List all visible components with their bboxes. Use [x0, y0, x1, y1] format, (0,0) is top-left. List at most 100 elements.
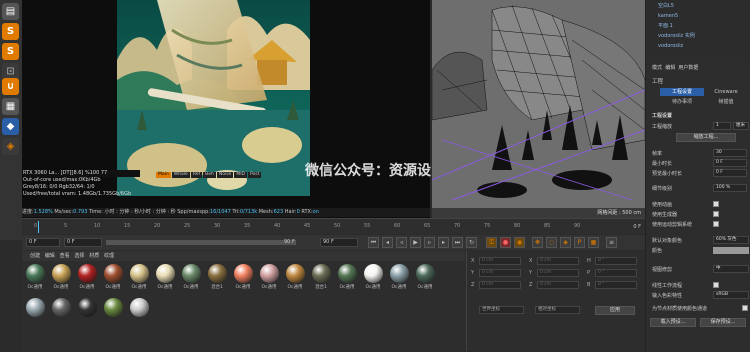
coord-input[interactable]: 0 cm [537, 269, 579, 277]
object-item[interactable]: 空白L5 [646, 2, 750, 11]
frame-range-slider[interactable] [106, 240, 296, 245]
object-item[interactable]: vodorosliz 实例 [646, 32, 750, 41]
fps-field[interactable]: 30 [713, 149, 747, 157]
viewer-tab[interactable]: Ref [190, 172, 203, 178]
scale-unit-dropdown[interactable]: 厘米 [733, 122, 749, 130]
material-swatch[interactable] [102, 298, 124, 318]
coord-input[interactable]: 0 cm [479, 257, 521, 265]
material-swatch[interactable]: Oc通用 [388, 264, 410, 290]
tab-cineware[interactable]: Cineware [706, 88, 746, 96]
default-color-dropdown[interactable]: 60% 灰色 [713, 236, 749, 244]
tab-project-settings[interactable]: 工程设置 [660, 88, 704, 96]
viewer-tab[interactable]: Main [156, 172, 171, 178]
next-key-icon[interactable]: ▸ [438, 237, 449, 248]
menu-view[interactable]: 查看 [60, 253, 70, 259]
object-item[interactable]: vodorosliz [646, 42, 750, 51]
coord-input[interactable]: 0 cm [537, 257, 579, 265]
prev-key-icon[interactable]: ◂ [382, 237, 393, 248]
material-swatch[interactable]: Oc通用 [154, 264, 176, 290]
grid-icon[interactable]: ▦ [2, 98, 19, 115]
menu-texture[interactable]: 纹理 [104, 253, 114, 259]
start-frame-field[interactable]: 0 F [26, 238, 60, 247]
tab-interpolation[interactable]: 帧插值 [706, 98, 746, 106]
coord-input[interactable]: 0 cm [479, 281, 521, 289]
move-key-icon[interactable]: ✥ [532, 237, 543, 248]
brush-icon[interactable]: ◆ [2, 118, 19, 135]
coord-input[interactable]: 0 ° [595, 281, 637, 289]
attr-menu-mode[interactable]: 模式 [652, 65, 662, 71]
use-generators-checkbox[interactable] [713, 211, 719, 217]
rotate-key-icon[interactable]: ◌ [546, 237, 557, 248]
scale-field[interactable]: 1 [713, 122, 731, 130]
scale-project-button[interactable]: 缩放工程... [676, 133, 736, 142]
material-swatch[interactable]: Oc通用 [128, 264, 150, 290]
material-swatch[interactable]: Oc通用 [414, 264, 436, 290]
sketch-icon[interactable]: S [2, 23, 19, 40]
material-swatch[interactable]: Oc通用 [258, 264, 280, 290]
menu-material[interactable]: 材质 [89, 253, 99, 259]
material-swatch[interactable]: Oc通用 [76, 264, 98, 290]
prev-frame-icon[interactable]: ◃ [396, 237, 407, 248]
timeline-menu-icon[interactable]: ≡ [606, 237, 617, 248]
menu-edit[interactable]: 编辑 [45, 253, 55, 259]
use-motion-checkbox[interactable] [713, 221, 719, 227]
pla-key-icon[interactable]: ▦ [588, 237, 599, 248]
loop-icon[interactable]: ↻ [466, 237, 477, 248]
material-swatch[interactable] [76, 298, 98, 318]
keyframe-icon[interactable]: ⚿ [486, 237, 497, 248]
3d-viewport[interactable] [432, 0, 645, 218]
view-clip-dropdown[interactable]: 中 [713, 265, 749, 273]
coord-input[interactable]: 0 cm [479, 269, 521, 277]
material-swatch[interactable] [24, 298, 46, 318]
material-swatch[interactable]: 混合1 [310, 264, 332, 290]
object-item[interactable]: kamen5 [646, 12, 750, 21]
viewer-tab[interactable]: Noise [216, 172, 234, 178]
next-frame-icon[interactable]: ▹ [424, 237, 435, 248]
material-swatch[interactable] [128, 298, 150, 318]
viewer-tab[interactable]: Post [248, 172, 262, 178]
attr-menu-userdata[interactable]: 用户数据 [678, 65, 698, 71]
apply-button[interactable]: 应用 [595, 306, 635, 315]
material-swatch[interactable]: Oc通用 [336, 264, 358, 290]
min-time-field[interactable]: 0 F [713, 159, 747, 167]
scale-key-icon[interactable]: ◈ [560, 237, 571, 248]
tab-todo[interactable]: 待办事项 [660, 98, 704, 106]
lock-icon[interactable]: ◈ [2, 138, 19, 155]
sketch-render-icon[interactable]: S [2, 43, 19, 60]
render-settings-icon[interactable]: ▤ [2, 3, 19, 20]
coord-input[interactable]: 0 ° [595, 257, 637, 265]
input-color-dropdown[interactable]: sRGB [713, 291, 749, 299]
current-frame-field[interactable]: 0 F [64, 238, 102, 247]
autokey-icon[interactable]: ◉ [514, 237, 525, 248]
material-swatch[interactable]: Oc通用 [284, 264, 306, 290]
max-frame-field[interactable]: 90 F [320, 238, 358, 247]
coord-input[interactable]: 0 cm [537, 281, 579, 289]
timeline[interactable]: 0 5 10 15 20 25 30 35 40 45 50 55 60 65 70 75 80 85 90 0 F [22, 218, 645, 234]
node-material-checkbox[interactable] [742, 305, 748, 311]
material-swatch[interactable] [50, 298, 72, 318]
param-key-icon[interactable]: P [574, 237, 585, 248]
go-end-icon[interactable]: ⏭ [452, 237, 463, 248]
load-preset-button[interactable]: 载入预设... [650, 318, 696, 327]
color-swatch[interactable] [713, 247, 749, 254]
save-preset-button[interactable]: 保存预设... [700, 318, 746, 327]
lod-field[interactable]: 100 % [713, 184, 747, 192]
play-icon[interactable]: ▶ [410, 237, 421, 248]
go-start-icon[interactable]: ⏮ [368, 237, 379, 248]
coord-mode-dropdown[interactable]: 相对坐标 [535, 306, 580, 314]
material-swatch[interactable]: Oc通用 [102, 264, 124, 290]
magnet-icon[interactable]: ∪ [2, 78, 19, 95]
viewer-tab[interactable]: MID [234, 172, 247, 178]
coord-space-dropdown[interactable]: 世界坐标 [479, 306, 524, 314]
material-swatch[interactable]: Oc通用 [232, 264, 254, 290]
linear-workflow-checkbox[interactable] [713, 282, 719, 288]
material-swatch[interactable]: Oc通用 [362, 264, 384, 290]
material-swatch[interactable]: Oc通用 [50, 264, 72, 290]
attr-menu-edit[interactable]: 编辑 [665, 65, 675, 71]
preview-min-field[interactable]: 0 F [713, 169, 747, 177]
coord-input[interactable]: 0 ° [595, 269, 637, 277]
viewer-tab[interactable]: Beh [203, 172, 216, 178]
material-swatch[interactable]: 混合1 [206, 264, 228, 290]
menu-create[interactable]: 创建 [30, 253, 40, 259]
viewer-tab[interactable]: Whale [171, 172, 190, 178]
